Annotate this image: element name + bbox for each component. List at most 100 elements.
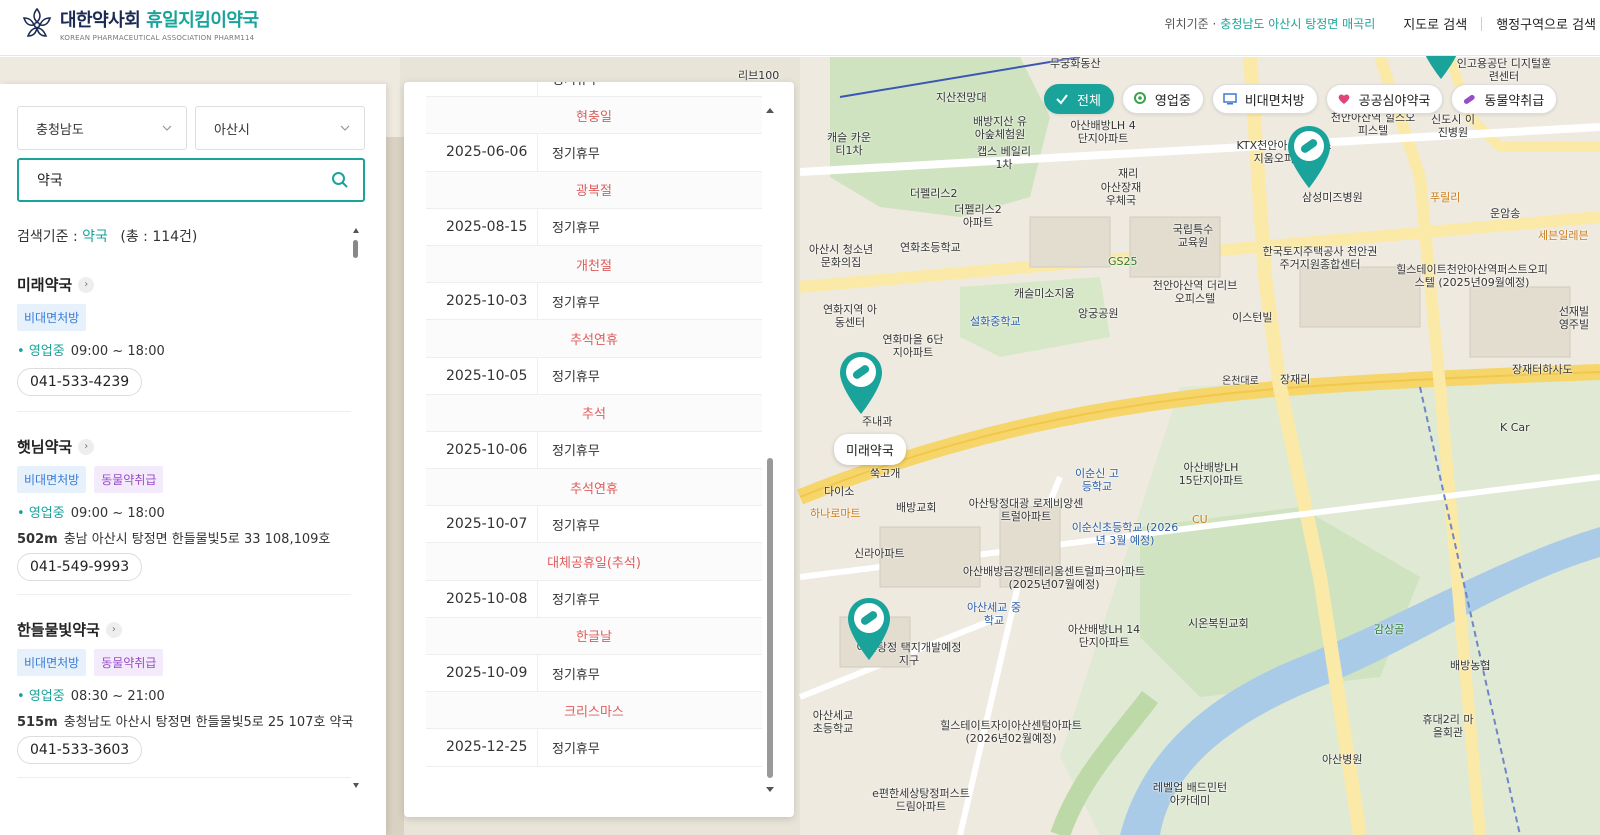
map-label: 장재리 [1280, 373, 1311, 386]
chip-label: 영업중 [1154, 93, 1191, 109]
status-text: 영업중 [28, 344, 65, 359]
city-select[interactable]: 아산시 [195, 106, 365, 150]
map-label: 더펠리스2 [910, 187, 958, 200]
filter-night-chip[interactable]: 공공심야약국 [1325, 84, 1444, 114]
map-label: 천안아산역 더리브오피스텔 [1152, 279, 1238, 305]
map-label: e편한세상탕정퍼스트 드림아파트 [872, 787, 970, 813]
filter-all-chip[interactable]: 전체 [1044, 84, 1114, 114]
nav-map-search[interactable]: 지도로 검색 [1403, 14, 1467, 33]
pharmacy-name-text: 햇님약국 [17, 438, 73, 456]
scroll-thumb[interactable] [353, 240, 358, 258]
business-hours: 08:30 ~ 21:00 [70, 689, 165, 704]
status-dot-icon: • [17, 689, 29, 704]
filter-remote-rx-chip[interactable]: 비대면처방 [1211, 84, 1318, 114]
map-label: 아산시 청소년문화의집 [808, 243, 874, 269]
pharmacy-name[interactable]: 한들물빛약국 › [17, 619, 122, 640]
holiday-name-row: 현충일 [426, 97, 762, 135]
map-label: CU [1192, 513, 1208, 526]
holiday-schedule-panel: 2025-05-06정기휴무 현충일 2025-06-06정기휴무 광복절 20… [404, 82, 794, 817]
logo-flower-icon [22, 7, 52, 37]
chevron-down-icon [162, 125, 172, 131]
map-label: 레벨업 배드민턴아카데미 [1152, 781, 1228, 807]
search-icon[interactable] [331, 171, 349, 189]
address-text: 충남 아산시 탕정면 한들물빛5로 33 108,109호 [63, 532, 331, 547]
list-item[interactable]: 한들물빛약국 › 비대면처방 동물약취급 • 영업중 08:30 ~ 21:00 5… [17, 595, 353, 778]
check-icon [1056, 94, 1068, 105]
search-criteria: 검색기준 : 약국 (총 : 114건) [17, 226, 197, 246]
map-label: 배방교회 [896, 501, 937, 514]
map-label: 더펠리스2 아파트 [954, 203, 1002, 229]
holiday-date: 2025-06-06 [426, 134, 538, 171]
province-select[interactable]: 충청남도 [17, 106, 187, 150]
map-label: 아산세교 초등학교 [812, 709, 854, 735]
holiday-name-row: 대체공휴일(추석) [426, 543, 762, 581]
filter-chips: 전체 영업중 비대면처방 공공심야약국 동물약취급 [1044, 84, 1558, 114]
phone-button[interactable]: 041-533-3603 [17, 736, 143, 764]
nav-region-search[interactable]: 행정구역으로 검색 [1496, 14, 1596, 33]
search-panel: 충청남도 아산시 약국 검색기준 : 약국 (총 : 114건) 미래약국 › 비… [0, 84, 386, 835]
holiday-date-row: 2025-12-25 정기휴무 [426, 729, 762, 767]
search-input[interactable]: 약국 [17, 158, 365, 202]
map-label: 힐스테이트천안아산역퍼스트오피스텔 (2025년09월예정) [1396, 263, 1548, 289]
pharmacy-pin-icon[interactable] [1286, 124, 1332, 190]
tag-animal-medicine: 동물약취급 [94, 466, 164, 493]
pharmacy-name[interactable]: 미래약국 › [17, 274, 95, 295]
tag-remote-rx: 비대면처방 [17, 466, 87, 493]
scroll-down-icon[interactable] [766, 787, 774, 792]
map-label: 운암송 [1490, 207, 1521, 220]
capsule-icon [1464, 94, 1476, 104]
map-label: 선재빌 영주빌 [1558, 305, 1590, 331]
search-query[interactable]: 약국 [37, 170, 331, 190]
list-item[interactable]: 미래약국 › 비대면처방 • 영업중 09:00 ~ 18:00 041-533-4… [17, 264, 351, 412]
map-label: 이순신 고등학교 [1075, 467, 1119, 493]
map-label: 인고용공단 디지털훈련센터 [1456, 57, 1552, 83]
map-label: 세븐일레븐 [1538, 229, 1589, 242]
map-label: 휴대2리 마을회관 [1422, 713, 1474, 739]
monitor-icon [1223, 93, 1237, 105]
map-label: 아산배방금강펜테리움센트럴파크아파트 (2025년07월예정) [962, 565, 1146, 591]
holiday-kind: 정기휴무 [538, 82, 600, 88]
business-status: • 영업중 09:00 ~ 18:00 [17, 502, 165, 521]
map-label: 아산탕정대광 로제비앙센트럴아파트 [968, 497, 1084, 523]
business-hours: 09:00 ~ 18:00 [70, 506, 165, 521]
phone-button[interactable]: 041-533-4239 [17, 368, 143, 396]
map-label: 캐슬미소지움 [1014, 287, 1075, 300]
map-label: 하나로마트 [810, 507, 861, 520]
nav-divider [1481, 16, 1483, 31]
map-label: 시온복된교회 [1188, 617, 1249, 630]
pharmacy-address: 502m 충남 아산시 탕정면 한들물빛5로 33 108,109호 [17, 528, 330, 547]
result-count: (총 : 114건) [120, 229, 198, 245]
pharmacy-pin-icon[interactable] [846, 596, 892, 662]
list-scrollbar[interactable] [352, 228, 360, 788]
selected-pin-label[interactable]: 미래약국 [834, 434, 906, 465]
pharmacy-pin-icon[interactable] [838, 350, 884, 416]
pharmacy-name[interactable]: 햇님약국 › [17, 436, 95, 457]
scroll-up-icon[interactable] [766, 108, 774, 113]
scroll-thumb[interactable] [767, 458, 773, 778]
logo[interactable]: 대한약사회 휴일지킴이약국 KOREAN PHARMACEUTICAL ASSO… [20, 6, 259, 42]
phone-button[interactable]: 041-549-9993 [17, 553, 143, 581]
pharmacy-address: 515m 충청남도 아산시 탕정면 한들물빛5로 25 107호 약국 [17, 711, 353, 730]
map-label: 신도시 이진병원 [1431, 113, 1475, 139]
holiday-name-row: 추석연휴 [426, 469, 762, 507]
list-item[interactable]: 햇님약국 › 비대면처방 동물약취급 • 영업중 09:00 ~ 18:00 502… [17, 412, 351, 595]
map-label: 배방지산 유아숲체험원 [972, 115, 1028, 141]
holiday-date: 2025-10-05 [426, 357, 538, 394]
map-label: 연화초등학교 [900, 241, 961, 254]
holiday-scrollbar[interactable] [766, 108, 774, 792]
filter-open-chip[interactable]: 영업중 [1121, 84, 1204, 114]
filter-animal-chip[interactable]: 동물약취급 [1451, 84, 1558, 114]
map-label: 이스턴빌 [1232, 311, 1273, 324]
chip-label: 전체 [1077, 93, 1101, 109]
location-value[interactable]: 충청남도 아산시 탕정면 매곡리 [1220, 15, 1375, 32]
holiday-date: 2025-10-09 [426, 655, 538, 692]
map-label: 신라아파트 [854, 547, 905, 560]
scroll-down-icon[interactable] [353, 783, 359, 788]
map-label: 온천대로 [1222, 376, 1259, 387]
holiday-name-row: 크리스마스 [426, 692, 762, 730]
status-dot-icon: • [17, 506, 29, 521]
holiday-kind: 정기휴무 [552, 444, 600, 460]
site-title: 대한약사회 휴일지킴이약국 [60, 6, 259, 32]
holiday-kind: 정기휴무 [552, 146, 600, 162]
scroll-up-icon[interactable] [353, 228, 359, 233]
